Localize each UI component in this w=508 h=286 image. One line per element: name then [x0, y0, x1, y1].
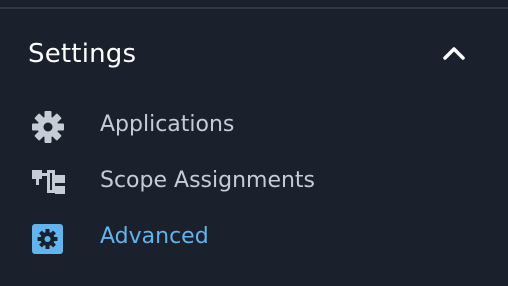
settings-title: Settings [28, 39, 137, 69]
sidebar-item-label: Applications [100, 112, 235, 137]
gear-icon [32, 111, 64, 143]
sidebar-item-scope-assignments[interactable]: Scope Assignments [0, 156, 508, 206]
sidebar-item-applications[interactable]: Applications [0, 100, 508, 150]
settings-section-header[interactable]: Settings [0, 24, 508, 82]
sidebar-item-label: Scope Assignments [100, 168, 316, 193]
gear-square-icon [32, 224, 63, 254]
sidebar-item-label: Advanced [100, 224, 209, 249]
top-divider [0, 7, 508, 9]
chevron-up-icon[interactable] [441, 43, 467, 63]
hierarchy-icon [32, 170, 65, 194]
sidebar-item-advanced[interactable]: Advanced [0, 212, 508, 262]
